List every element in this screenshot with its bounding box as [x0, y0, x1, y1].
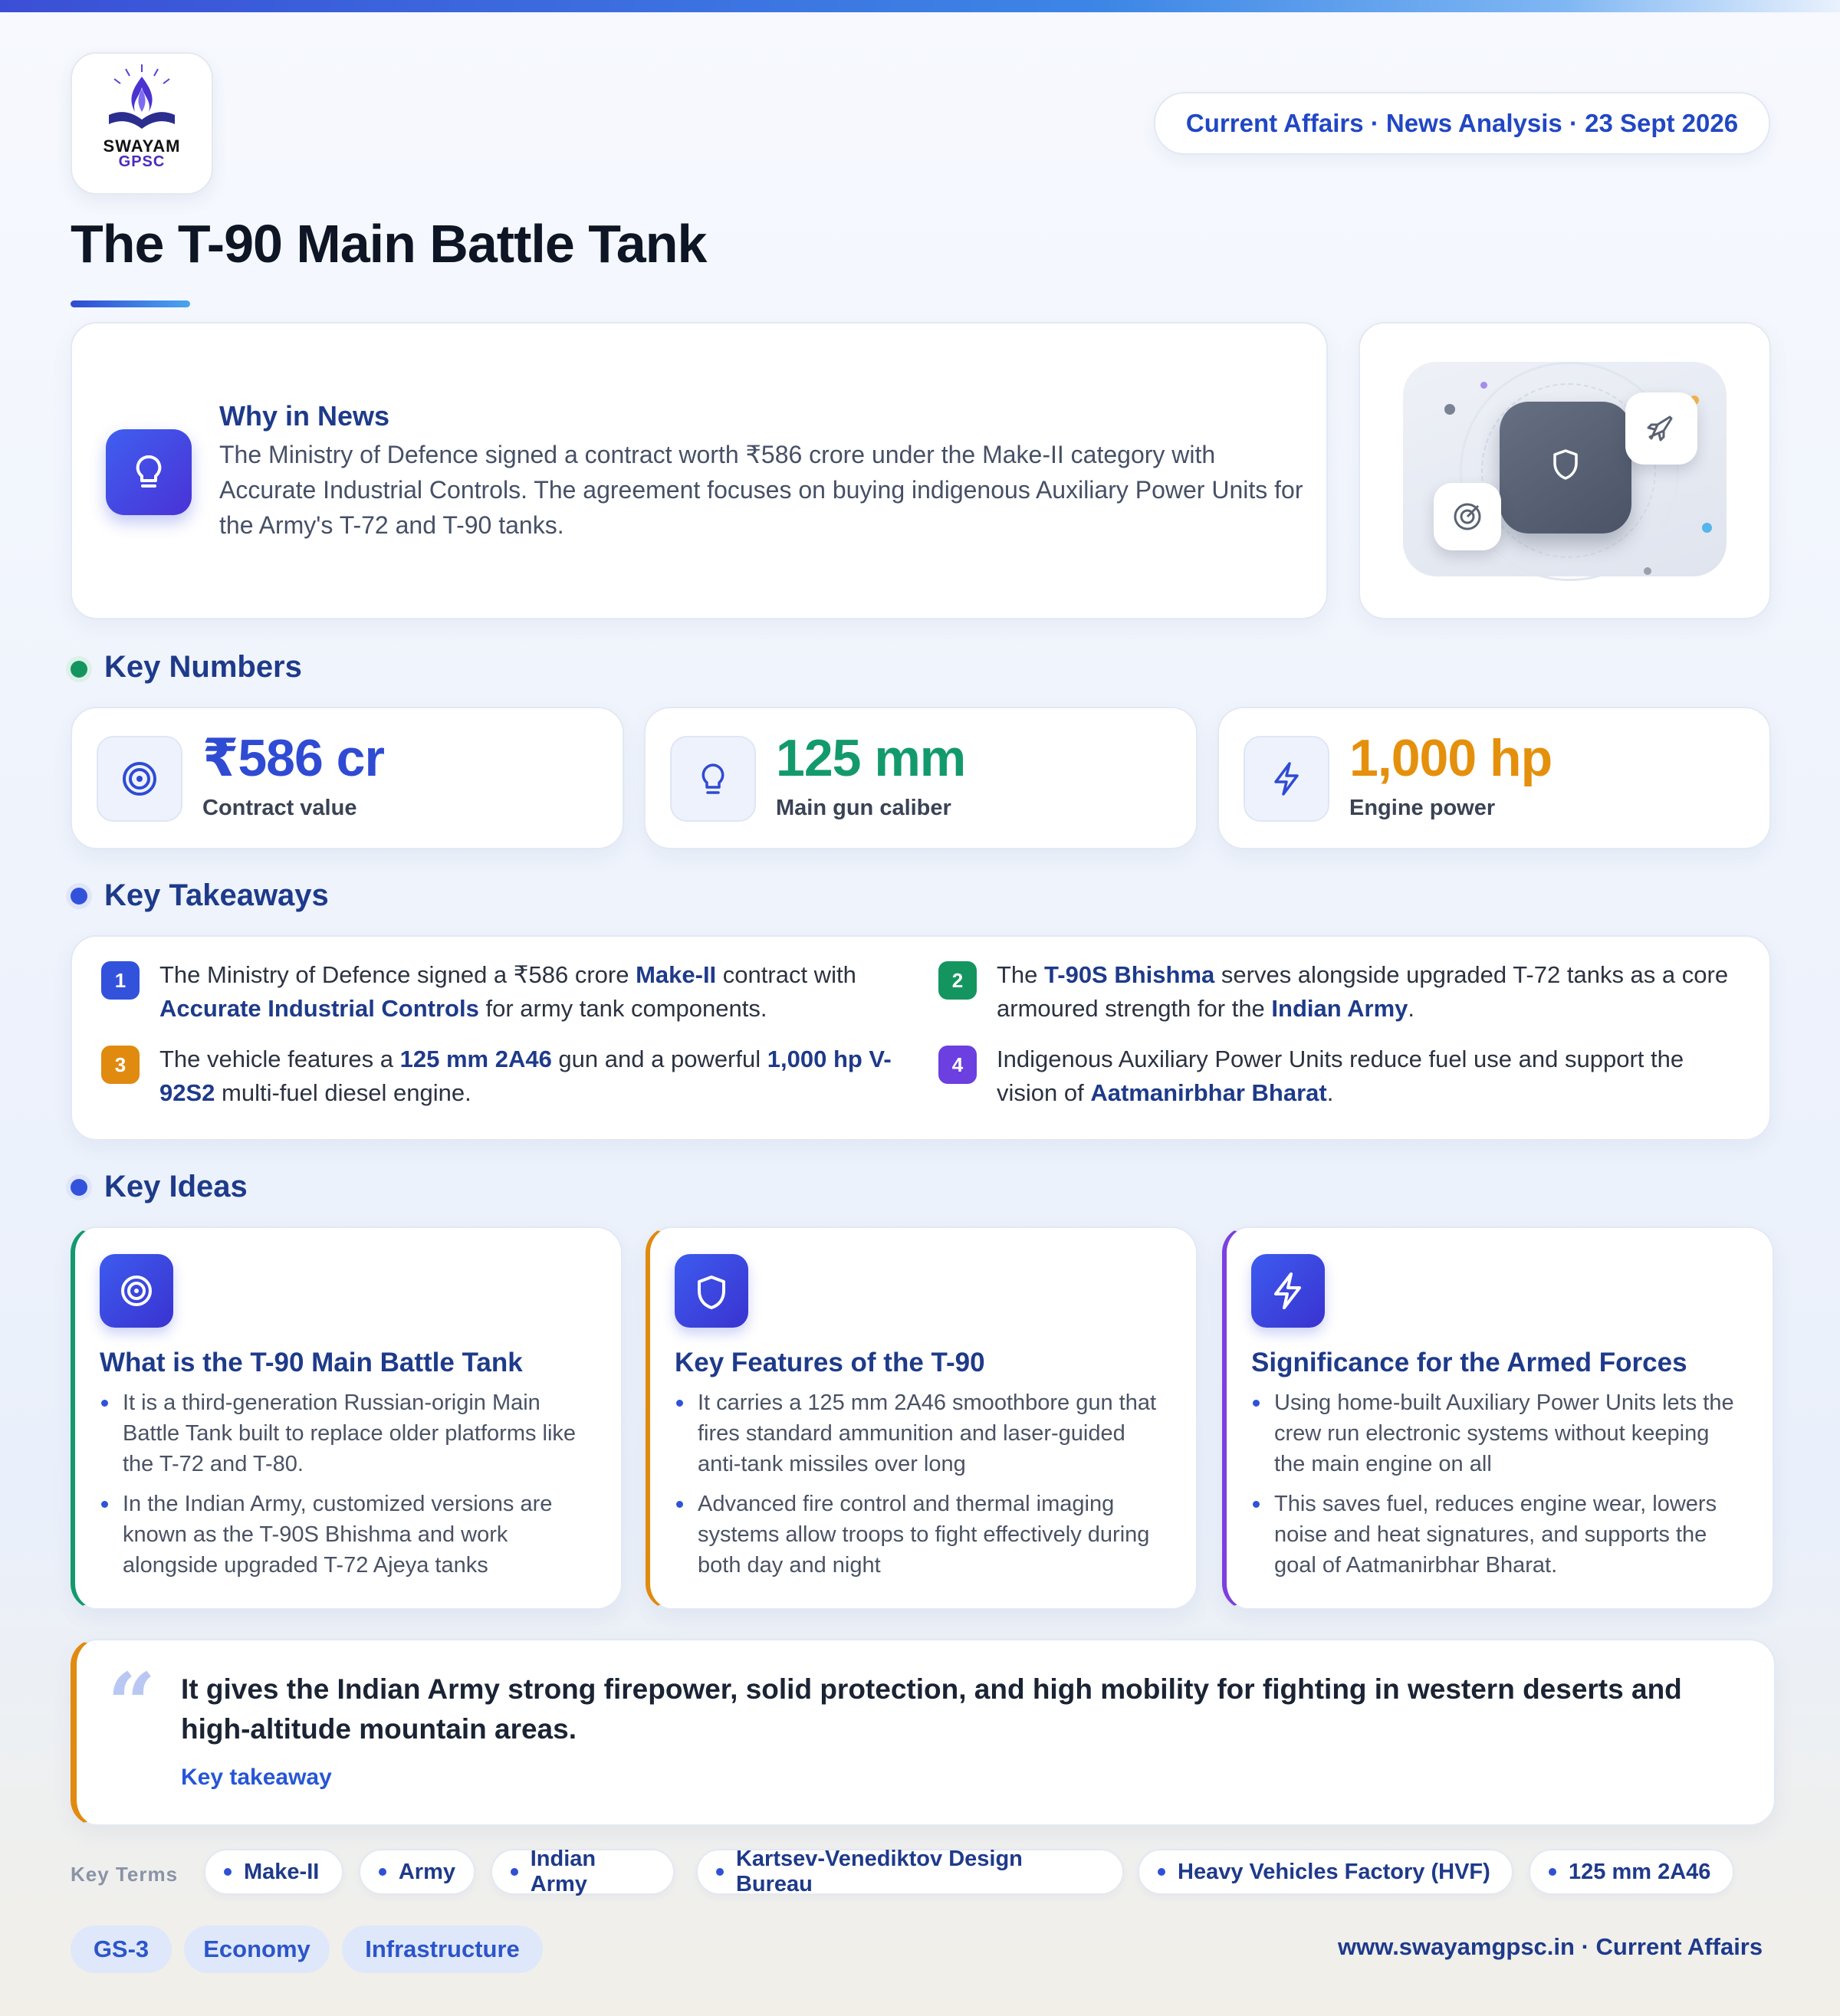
section-dot-ideas: [71, 1179, 87, 1196]
takeaway-text-part: The: [997, 961, 1045, 988]
tag-gs3[interactable]: GS-3: [71, 1926, 172, 1973]
rocket-icon: [1625, 392, 1697, 465]
stat-label-engine: Engine power: [1349, 796, 1496, 820]
lightning-icon: [1244, 736, 1329, 822]
key-terms-label: Key Terms: [71, 1863, 179, 1886]
term-chip[interactable]: Make-II: [204, 1849, 343, 1895]
logo: SWAYAM GPSC: [71, 52, 213, 195]
stat-value-gun: 125 mm: [776, 729, 966, 787]
radar-icon: [1434, 483, 1501, 550]
takeaway-text: The vehicle features a 125 mm 2A46 gun a…: [159, 1042, 926, 1110]
tag-infrastructure[interactable]: Infrastructure: [342, 1926, 543, 1973]
why-in-news-title: Why in News: [219, 400, 390, 432]
takeaway-text-part: for army tank components.: [478, 995, 767, 1022]
shield-icon: [675, 1254, 748, 1328]
lightning-icon: [1251, 1254, 1325, 1328]
stat-value-contract: ₹586 cr: [202, 729, 385, 787]
idea-title: What is the T-90 Main Battle Tank: [100, 1348, 523, 1377]
term-chip[interactable]: Heavy Vehicles Factory (HVF): [1138, 1849, 1513, 1895]
takeaway-term: 125 mm 2A46: [399, 1046, 552, 1072]
quote-label: Key takeaway: [181, 1765, 332, 1790]
stat-label-contract: Contract value: [202, 796, 357, 820]
shield-icon: [1500, 402, 1631, 534]
takeaway-text-part: .: [1326, 1079, 1334, 1106]
lightbulb-icon: [670, 736, 756, 822]
lightbulb-icon: [106, 429, 192, 515]
idea-point: In the Indian Army, customized versions …: [100, 1489, 590, 1581]
idea-points: It is a third-generation Russian-origin …: [100, 1387, 590, 1590]
page-title: The T-90 Main Battle Tank: [71, 214, 707, 274]
date-badge: Current Affairs · News Analysis · 23 Sep…: [1154, 92, 1770, 155]
idea-point: It is a third-generation Russian-origin …: [100, 1387, 590, 1479]
takeaway-text: The T-90S Bhishma serves alongside upgra…: [997, 958, 1733, 1026]
takeaway-text-part: The Ministry of Defence signed a ₹586 cr…: [159, 961, 636, 988]
target-icon: [97, 736, 182, 822]
takeaway-term: Aatmanirbhar Bharat: [1090, 1079, 1327, 1106]
idea-points: It carries a 125 mm 2A46 smoothbore gun …: [675, 1387, 1165, 1590]
title-underline: [71, 300, 190, 307]
takeaway-term: Accurate Industrial Controls: [159, 995, 479, 1022]
logo-emblem-icon: [109, 64, 175, 129]
idea-points: Using home-built Auxiliary Power Units l…: [1251, 1387, 1742, 1590]
top-accent-bar: [0, 0, 1840, 12]
idea-point: It carries a 125 mm 2A46 smoothbore gun …: [675, 1387, 1165, 1479]
term-chip[interactable]: Kartsev-Venediktov Design Bureau: [696, 1847, 1124, 1896]
stat-label-gun: Main gun caliber: [776, 796, 951, 820]
takeaway-term: Make-II: [636, 961, 717, 988]
quote-text: It gives the Indian Army strong firepowe…: [181, 1673, 1682, 1745]
term-chip[interactable]: 125 mm 2A46: [1529, 1849, 1734, 1895]
idea-point: This saves fuel, reduces engine wear, lo…: [1251, 1489, 1742, 1581]
section-title-ideas: Key Ideas: [104, 1170, 248, 1203]
takeaway-text: Indigenous Auxiliary Power Units reduce …: [997, 1042, 1733, 1110]
takeaway-text-part: contract with: [716, 961, 856, 988]
section-title-numbers: Key Numbers: [104, 650, 302, 684]
takeaway-text-part: The vehicle features a: [159, 1046, 400, 1072]
idea-point: Advanced fire control and thermal imagin…: [675, 1489, 1165, 1581]
takeaway-text: The Ministry of Defence signed a ₹586 cr…: [159, 958, 926, 1026]
footer-website[interactable]: www.swayamgpsc.in · Current Affairs: [1338, 1933, 1763, 1961]
stat-value-engine: 1,000 hp: [1349, 729, 1552, 787]
tag-economy[interactable]: Economy: [184, 1926, 330, 1973]
takeaway-number: 2: [938, 961, 977, 1000]
takeaway-number: 4: [938, 1046, 977, 1084]
why-in-news-text: The Ministry of Defence signed a contrac…: [219, 441, 1303, 539]
idea-title: Significance for the Armed Forces: [1251, 1348, 1687, 1377]
takeaway-number: 1: [101, 961, 140, 1000]
takeaway-number: 3: [101, 1046, 140, 1084]
target-icon: [100, 1254, 173, 1328]
takeaway-term: Indian Army: [1271, 995, 1408, 1022]
quote-icon: “: [107, 1654, 156, 1753]
section-dot-takeaways: [71, 888, 87, 905]
section-title-takeaways: Key Takeaways: [104, 878, 329, 912]
takeaway-text-part: multi-fuel diesel engine.: [215, 1079, 472, 1106]
takeaway-text-part: gun and a powerful: [551, 1046, 767, 1072]
term-chip[interactable]: Indian Army: [491, 1847, 675, 1896]
idea-title: Key Features of the T-90: [675, 1348, 985, 1377]
logo-text-gpsc: GPSC: [118, 153, 166, 170]
section-dot-numbers: [71, 661, 87, 678]
term-chip[interactable]: Army: [359, 1849, 475, 1895]
illustration-card: [1359, 322, 1771, 619]
takeaway-text-part: .: [1408, 995, 1415, 1022]
idea-point: Using home-built Auxiliary Power Units l…: [1251, 1387, 1742, 1479]
takeaway-term: T-90S Bhishma: [1044, 961, 1215, 988]
